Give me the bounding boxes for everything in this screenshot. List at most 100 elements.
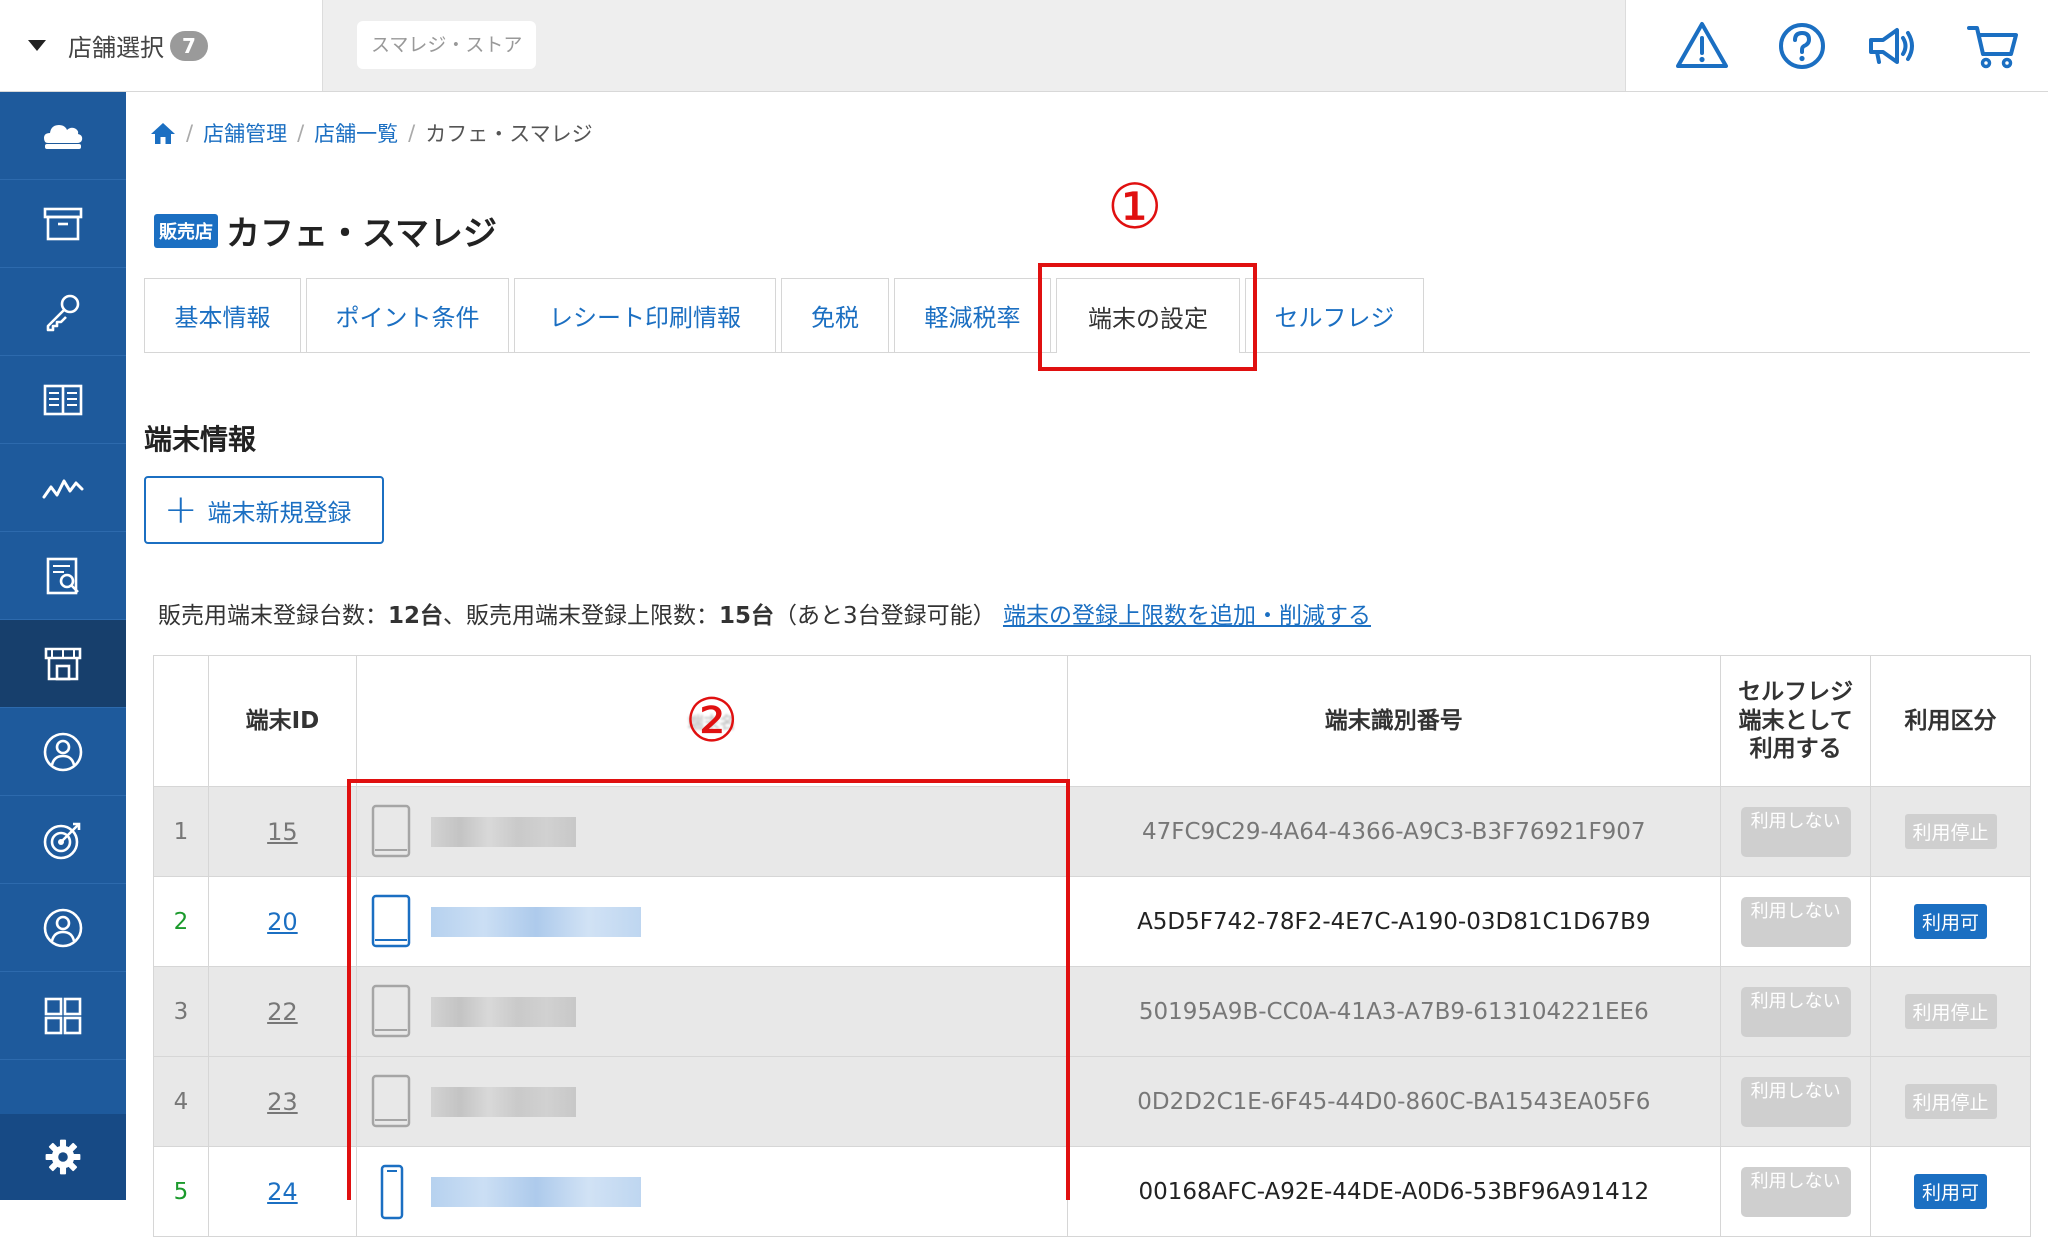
header-self-line3: 利用する — [1749, 736, 1842, 763]
breadcrumb-separator: / — [408, 121, 416, 145]
tab-reduced-tax[interactable]: 軽減税率 — [894, 278, 1051, 352]
header-usage-status[interactable]: 利用区分 — [1870, 655, 2031, 787]
edit-limit-link[interactable]: 端末の登録上限数を追加・削減する — [1003, 603, 1371, 629]
tab-basic-info[interactable]: 基本情報 — [144, 278, 301, 352]
breadcrumb-separator: / — [297, 121, 305, 145]
annotation-1: ① — [1107, 170, 1163, 243]
warning-icon[interactable] — [1674, 18, 1730, 74]
sidebar — [0, 92, 126, 1200]
terminal-id-cell: 20 — [207, 876, 357, 967]
header-self-line1: セルフレジ — [1738, 678, 1854, 705]
breadcrumb-current: カフェ・スマレジ — [425, 122, 593, 146]
usage-status-badge: 利用停止 — [1904, 1084, 1997, 1119]
terminal-id-cell: 22 — [207, 966, 357, 1057]
row-number: 4 — [153, 1056, 209, 1147]
header-terminal-name[interactable]: 端末名 ② — [355, 655, 1068, 787]
self-checkout-cell: 利用しない — [1720, 1056, 1872, 1147]
breadcrumb-link-store-management[interactable]: 店舗管理 — [203, 118, 287, 148]
terminal-id-cell: 24 — [207, 1146, 357, 1237]
sidebar-item-cloud[interactable] — [0, 92, 126, 180]
row-number: 2 — [153, 876, 209, 967]
archive-icon — [43, 207, 83, 240]
usage-status-cell: 利用可 — [1870, 876, 2031, 967]
header-terminal-id[interactable]: 端末ID — [207, 655, 357, 787]
sidebar-item-store[interactable] — [0, 620, 126, 708]
role-badge: 販売店 — [154, 213, 218, 248]
breadcrumb: / 店舗管理 / 店舗一覧 / カフェ・スマレジ — [150, 118, 593, 148]
sidebar-item-apps[interactable] — [0, 972, 126, 1060]
count-suffix: （あと3台登録可能） — [774, 603, 996, 629]
header-row-number — [153, 655, 209, 787]
sidebar-item-book[interactable] — [0, 356, 126, 444]
self-checkout-cell: 利用しない — [1720, 1146, 1872, 1237]
count-prefix: 販売用端末登録台数： — [158, 603, 388, 629]
header-terminal-uid[interactable]: 端末識別番号 — [1066, 655, 1722, 787]
terminal-uid-cell: 50195A9B-CC0A-41A3-A7B9-613104221EE6 — [1066, 966, 1722, 1057]
usage-status-cell: 利用停止 — [1870, 966, 2031, 1057]
usage-status-cell: 利用停止 — [1870, 1056, 2031, 1147]
home-icon[interactable] — [150, 121, 176, 145]
sidebar-item-chart[interactable] — [0, 444, 126, 532]
sidebar-item-settings[interactable] — [0, 1114, 126, 1200]
highlight-box-terminal-tab — [1038, 263, 1257, 371]
chart-icon — [42, 479, 84, 498]
terminal-uid-cell: A5D5F742-78F2-4E7C-A190-03D81C1D67B9 — [1066, 876, 1722, 967]
self-checkout-badge: 利用しない — [1740, 986, 1851, 1037]
count-registered: 12台 — [388, 603, 444, 629]
self-checkout-badge: 利用しない — [1740, 806, 1851, 857]
page-title: カフェ・スマレジ — [226, 214, 497, 254]
header-icon-area — [1625, 0, 2048, 91]
add-terminal-label: 端末新規登録 — [207, 498, 352, 527]
terminal-id-link[interactable]: 24 — [267, 1178, 298, 1206]
breadcrumb-link-store-list[interactable]: 店舗一覧 — [314, 118, 398, 148]
header-self-checkout[interactable]: セルフレジ 端末として 利用する — [1720, 655, 1872, 787]
usage-status-cell: 利用可 — [1870, 1146, 2031, 1237]
cart-icon[interactable] — [1965, 18, 2021, 74]
cloud-icon — [44, 124, 83, 149]
current-store-chip[interactable]: スマレジ・ストア — [357, 21, 537, 69]
sidebar-item-staff[interactable] — [0, 884, 126, 972]
usage-status-badge: 利用停止 — [1904, 814, 1997, 849]
row-number: 1 — [153, 786, 209, 877]
terminal-id-link[interactable]: 22 — [267, 998, 298, 1026]
sidebar-item-target[interactable] — [0, 796, 126, 884]
usage-status-badge: 利用可 — [1914, 904, 1988, 939]
target-icon — [43, 822, 81, 859]
highlight-box-terminal-names — [347, 779, 1070, 1200]
header-self-line2: 端末として — [1738, 707, 1853, 734]
megaphone-icon[interactable] — [1863, 18, 1919, 74]
sidebar-item-archive[interactable] — [0, 180, 126, 268]
terminal-id-cell: 15 — [207, 786, 357, 877]
key-icon — [46, 294, 80, 331]
self-checkout-cell: 利用しない — [1720, 786, 1872, 877]
store-icon — [44, 647, 82, 680]
count-mid: 、販売用端末登録上限数： — [443, 603, 720, 629]
tab-tax-free[interactable]: 免税 — [781, 278, 889, 352]
terminal-count-info: 販売用端末登録台数：12台、販売用端末登録上限数：15台（あと3台登録可能） 端… — [158, 596, 1371, 630]
self-checkout-cell: 利用しない — [1720, 966, 1872, 1057]
table-header-row: 端末ID 端末名 ② 端末識別番号 セルフレジ 端末として 利用する 利用区分 — [153, 655, 2031, 787]
sidebar-item-customer[interactable] — [0, 708, 126, 796]
usage-status-badge: 利用可 — [1914, 1174, 1988, 1209]
help-icon[interactable] — [1774, 18, 1830, 74]
terminal-id-link[interactable]: 15 — [267, 818, 298, 846]
report-icon — [46, 557, 79, 594]
apps-icon — [44, 997, 82, 1034]
usage-status-cell: 利用停止 — [1870, 786, 2031, 877]
store-select-dropdown[interactable]: 店舗選択 7 — [0, 0, 323, 91]
terminal-uid-cell: 0D2D2C1E-6F45-44D0-860C-BA1543EA05F6 — [1066, 1056, 1722, 1147]
tab-self-checkout[interactable]: セルフレジ — [1245, 278, 1424, 352]
self-checkout-badge: 利用しない — [1740, 1076, 1851, 1127]
sidebar-item-report[interactable] — [0, 532, 126, 620]
store-count-badge: 7 — [170, 30, 208, 61]
customer-icon — [43, 732, 83, 771]
sidebar-item-key[interactable] — [0, 268, 126, 356]
staff-icon — [43, 908, 83, 947]
add-terminal-button[interactable]: + 端末新規登録 — [144, 476, 384, 544]
terminal-id-link[interactable]: 23 — [267, 1088, 298, 1116]
tab-receipt-print[interactable]: レシート印刷情報 — [514, 278, 776, 352]
tab-point-conditions[interactable]: ポイント条件 — [306, 278, 509, 352]
plus-icon: + — [164, 487, 198, 533]
usage-status-badge: 利用停止 — [1904, 994, 1997, 1029]
terminal-id-link[interactable]: 20 — [267, 908, 298, 936]
